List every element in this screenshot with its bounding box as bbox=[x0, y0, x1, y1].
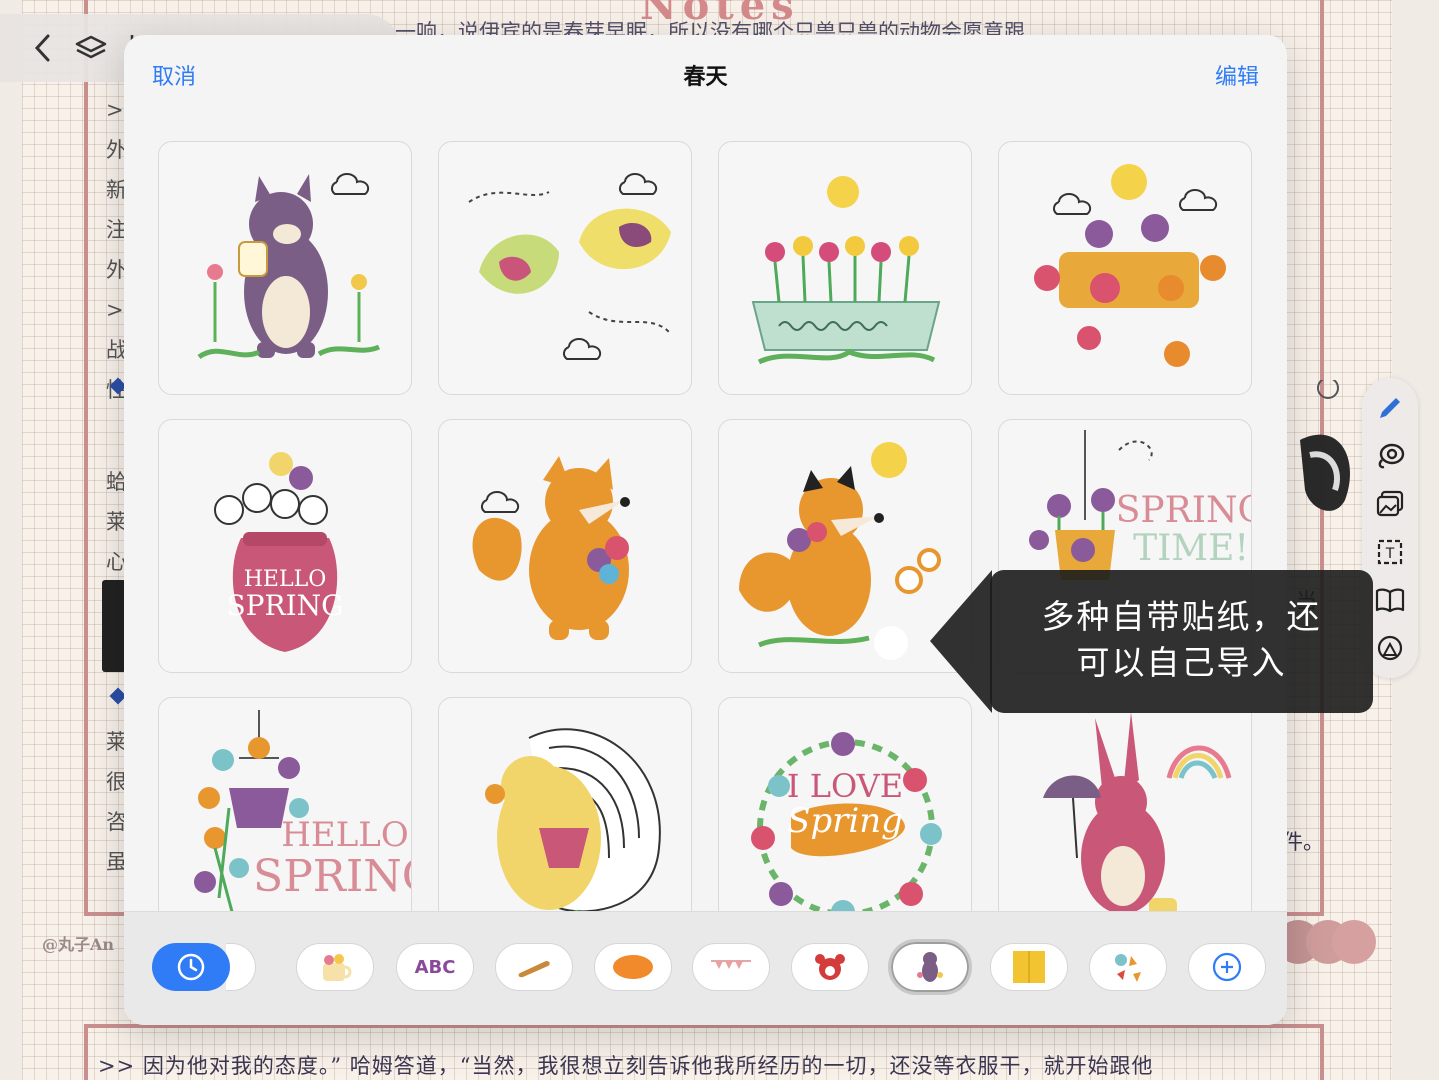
sticker-hello-spring-vase[interactable]: HELLO SPRING bbox=[158, 419, 412, 673]
layers-icon[interactable] bbox=[74, 31, 108, 65]
sticker-flower-planter[interactable] bbox=[718, 141, 972, 395]
category-red-creature[interactable] bbox=[791, 943, 869, 991]
autumn-leaves-icon bbox=[1115, 954, 1141, 982]
callout-pointer bbox=[930, 570, 992, 713]
sticker-bear-with-honey-jar[interactable] bbox=[158, 141, 412, 395]
category-baguette[interactable] bbox=[495, 943, 573, 991]
category-abc-letters[interactable]: ABC bbox=[396, 943, 474, 991]
sticker-fox-with-bouquet[interactable] bbox=[438, 419, 692, 673]
book-icon[interactable] bbox=[1371, 582, 1409, 618]
recent-peek bbox=[226, 943, 256, 991]
callout-line-1: 多种自带贴纸，还 bbox=[1041, 597, 1322, 636]
category-flower-mug[interactable] bbox=[296, 943, 374, 991]
back-chevron-icon[interactable] bbox=[26, 31, 60, 65]
spring-bear-icon bbox=[917, 952, 943, 982]
modal-header: 取消 春天 编辑 bbox=[124, 35, 1287, 111]
orange-blob-icon bbox=[613, 955, 653, 979]
modal-title: 春天 bbox=[683, 65, 728, 90]
note-text-right: 件。 bbox=[1282, 830, 1324, 854]
bunting-icon bbox=[711, 960, 751, 969]
baguette-icon bbox=[518, 961, 550, 978]
note-text-bottom: >> 因为他对我的态度。” 哈姆答道，“当然，我很想立刻告诉他我所经历的一切，还… bbox=[98, 1054, 1154, 1078]
clock-icon bbox=[177, 953, 205, 981]
abc-letters-icon: ABC bbox=[414, 956, 456, 978]
lasso-icon[interactable] bbox=[1371, 438, 1409, 474]
embedded-photo bbox=[102, 580, 126, 672]
shapes-icon[interactable] bbox=[1371, 630, 1409, 666]
edit-button[interactable]: 编辑 bbox=[1215, 59, 1259, 91]
category-recent-button[interactable] bbox=[152, 943, 230, 991]
image-icon[interactable] bbox=[1371, 486, 1409, 522]
sticker-grid: HELLO SPRING SPRING TIME! HELLO SPRIN I … bbox=[158, 141, 1254, 951]
red-creature-icon bbox=[815, 954, 845, 980]
add-category-button[interactable] bbox=[1188, 943, 1266, 991]
add-icon bbox=[1212, 952, 1242, 982]
svg-text:T: T bbox=[1385, 546, 1395, 562]
category-orange-blob[interactable] bbox=[594, 943, 672, 991]
category-spring-bear[interactable] bbox=[888, 939, 972, 995]
touch-indicator bbox=[874, 626, 908, 660]
callout-line-2: 可以自己导入 bbox=[1076, 643, 1287, 682]
flower-mug-icon bbox=[323, 954, 352, 981]
author-watermark: @丸子An bbox=[42, 935, 115, 954]
text-icon[interactable]: T bbox=[1371, 534, 1409, 570]
sticker-picker-modal: 取消 春天 编辑 HELLO SPRING SPRING TIME! HELLO… bbox=[124, 35, 1287, 1025]
category-autumn-leaves[interactable] bbox=[1089, 943, 1167, 991]
category-yellow-notes[interactable] bbox=[990, 943, 1068, 991]
yellow-notes-icon bbox=[1013, 951, 1045, 983]
sticker-category-bar: ABC bbox=[124, 911, 1287, 1025]
pen-icon[interactable] bbox=[1371, 390, 1409, 426]
sticker-flower-bunch[interactable] bbox=[998, 141, 1252, 395]
category-bunting[interactable] bbox=[692, 943, 770, 991]
sticker-two-birds[interactable] bbox=[438, 141, 692, 395]
annotation-callout: 多种自带贴纸，还 可以自己导入 bbox=[990, 570, 1373, 713]
raccoon-sticker-on-page bbox=[1300, 380, 1350, 511]
